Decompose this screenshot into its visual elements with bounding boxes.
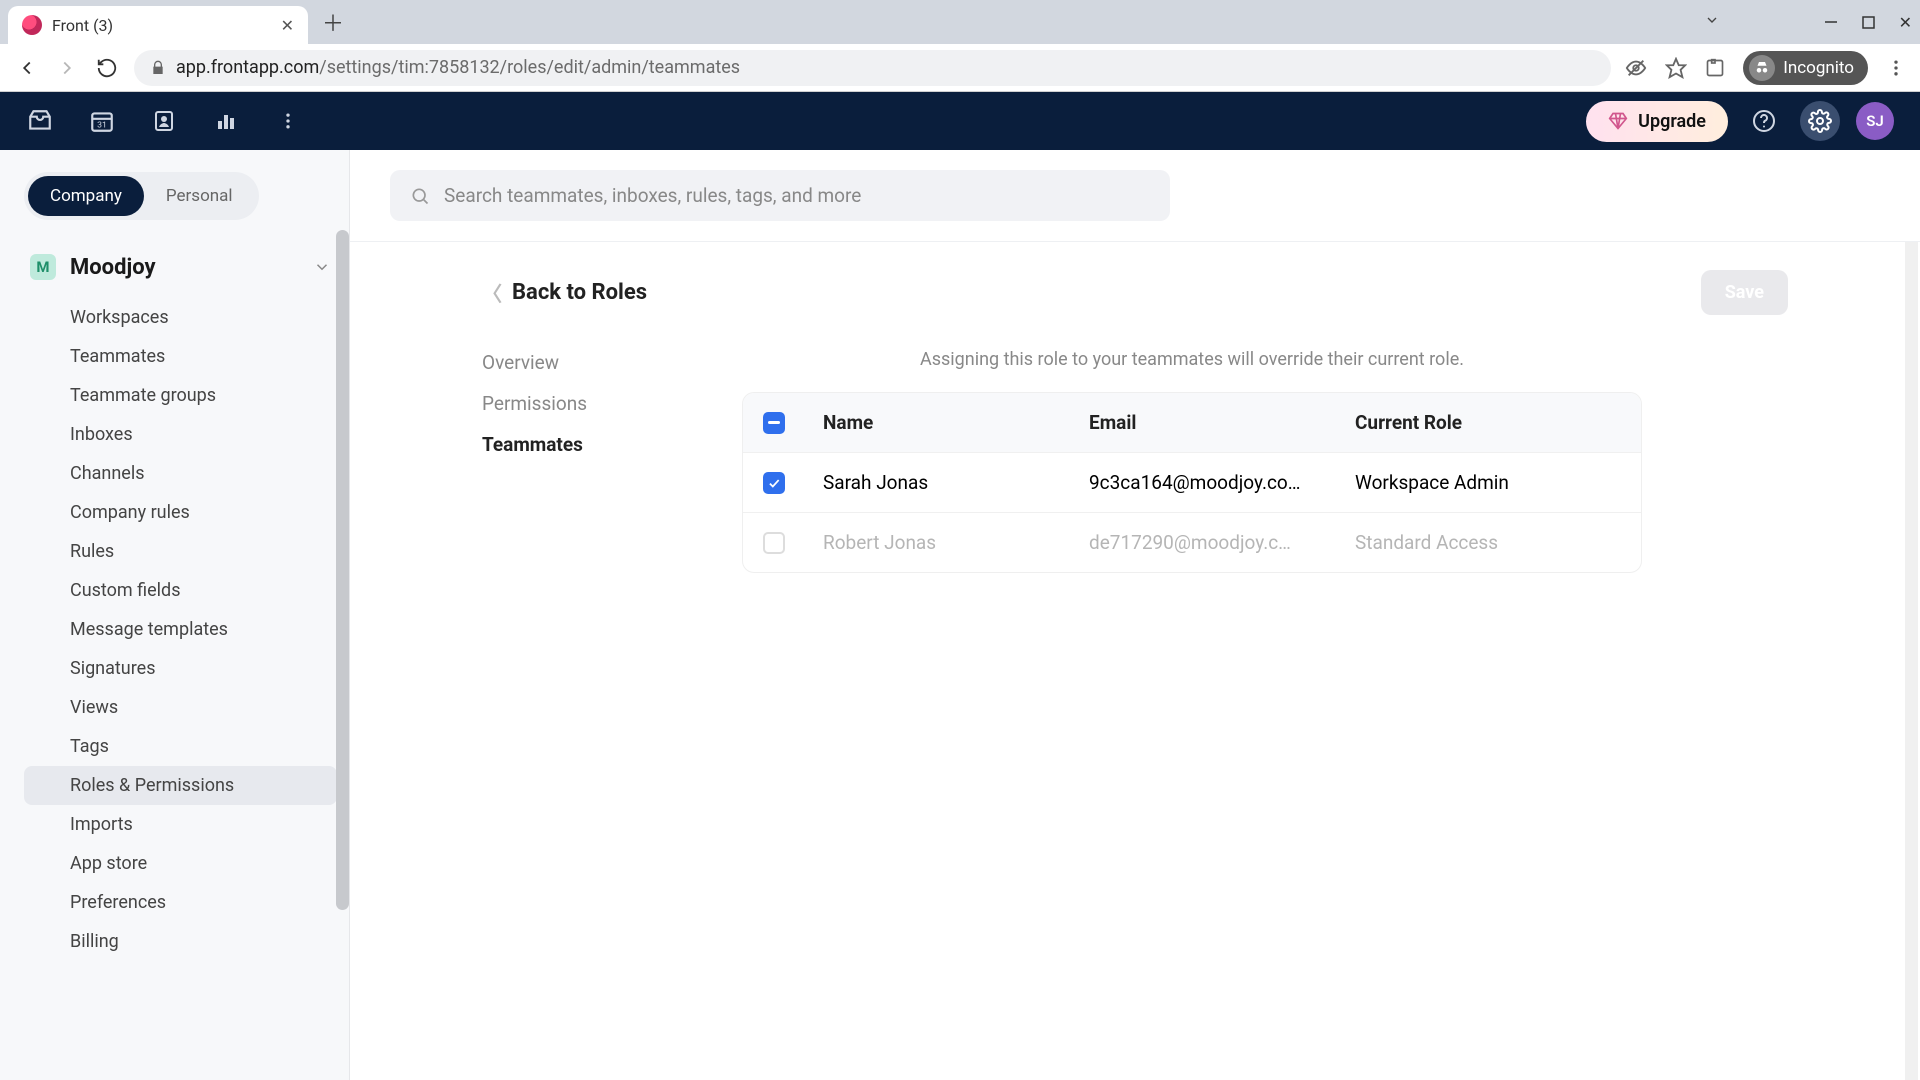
help-button[interactable] <box>1744 101 1784 141</box>
table-header: Name Email Current Role <box>743 393 1641 452</box>
close-window-icon[interactable]: ✕ <box>1899 13 1912 32</box>
url-path: /settings/tim:7858132/roles/edit/admin/t… <box>319 57 740 78</box>
row-checkbox[interactable] <box>763 532 785 554</box>
row-checkbox[interactable] <box>763 472 785 494</box>
incognito-badge[interactable]: Incognito <box>1743 51 1868 85</box>
tab-title: Front (3) <box>52 16 113 35</box>
more-menu-icon[interactable] <box>274 107 302 135</box>
lock-icon <box>150 60 166 76</box>
extensions-icon[interactable] <box>1705 58 1725 78</box>
chevron-down-icon <box>313 258 331 276</box>
cell-role: Standard Access <box>1355 531 1621 554</box>
incognito-icon <box>1749 55 1775 81</box>
sidebar-list: Workspaces Teammates Teammate groups Inb… <box>24 298 337 961</box>
cell-role: Workspace Admin <box>1355 471 1621 494</box>
sidebar-item-roles-permissions[interactable]: Roles & Permissions <box>24 766 337 805</box>
settings-button[interactable] <box>1800 101 1840 141</box>
eye-blocked-icon[interactable] <box>1625 57 1647 79</box>
chevron-left-icon: 〈 <box>482 278 502 307</box>
subtab-permissions[interactable]: Permissions <box>482 392 682 415</box>
analytics-icon[interactable] <box>212 107 240 135</box>
search-icon <box>410 186 430 206</box>
minimize-icon[interactable] <box>1824 15 1838 29</box>
sidebar-item-workspaces[interactable]: Workspaces <box>24 298 337 337</box>
url-domain: app.frontapp.com <box>176 57 319 78</box>
upgrade-button[interactable]: Upgrade <box>1586 101 1728 142</box>
user-avatar[interactable]: SJ <box>1856 102 1894 140</box>
calendar-icon[interactable]: 31 <box>88 107 116 135</box>
sidebar-item-signatures[interactable]: Signatures <box>24 649 337 688</box>
workspace-name: Moodjoy <box>70 255 299 280</box>
bookmark-star-icon[interactable] <box>1665 57 1687 79</box>
role-subtabs: Overview Permissions Teammates <box>482 349 682 573</box>
back-to-roles-link[interactable]: 〈 Back to Roles <box>482 278 647 307</box>
reload-button[interactable] <box>94 55 120 81</box>
sidebar-item-preferences[interactable]: Preferences <box>24 883 337 922</box>
cell-name: Robert Jonas <box>823 531 1089 554</box>
workspace-header[interactable]: M Moodjoy <box>24 246 337 288</box>
front-favicon <box>22 15 42 35</box>
scope-company[interactable]: Company <box>28 176 144 216</box>
main-area: Search teammates, inboxes, rules, tags, … <box>350 150 1920 1080</box>
upgrade-label: Upgrade <box>1638 111 1706 132</box>
col-email: Email <box>1089 411 1355 434</box>
new-tab-button[interactable]: ＋ <box>318 7 348 37</box>
address-bar: app.frontapp.com/settings/tim:7858132/ro… <box>0 44 1920 92</box>
search-placeholder: Search teammates, inboxes, rules, tags, … <box>444 184 861 207</box>
app-body: Company Personal M Moodjoy Workspaces Te… <box>0 150 1920 1080</box>
sidebar-item-teammate-groups[interactable]: Teammate groups <box>24 376 337 415</box>
scope-toggle: Company Personal <box>24 172 259 220</box>
sidebar-item-custom-fields[interactable]: Custom fields <box>24 571 337 610</box>
subtab-teammates[interactable]: Teammates <box>482 433 682 456</box>
browser-chrome: Front (3) ✕ ＋ ✕ app.frontapp.com/s <box>0 0 1920 92</box>
sidebar-item-tags[interactable]: Tags <box>24 727 337 766</box>
cell-email: 9c3ca164@moodjoy.co… <box>1089 471 1355 494</box>
col-name: Name <box>823 411 1089 434</box>
table-row[interactable]: Sarah Jonas 9c3ca164@moodjoy.co… Workspa… <box>743 452 1641 512</box>
maximize-icon[interactable] <box>1862 16 1875 29</box>
contacts-icon[interactable] <box>150 107 178 135</box>
cell-name: Sarah Jonas <box>823 471 1089 494</box>
tabs-dropdown-icon[interactable] <box>1704 12 1720 28</box>
teammates-table: Name Email Current Role Sarah Jonas 9c3c… <box>742 392 1642 573</box>
back-button[interactable] <box>14 55 40 81</box>
subtab-overview[interactable]: Overview <box>482 351 682 374</box>
browser-tab[interactable]: Front (3) ✕ <box>8 6 308 44</box>
app-header: 31 Upgrade SJ <box>0 92 1920 150</box>
sidebar-item-company-rules[interactable]: Company rules <box>24 493 337 532</box>
settings-sidebar: Company Personal M Moodjoy Workspaces Te… <box>0 150 350 1080</box>
sidebar-scrollbar[interactable] <box>336 230 349 910</box>
sidebar-item-imports[interactable]: Imports <box>24 805 337 844</box>
search-input[interactable]: Search teammates, inboxes, rules, tags, … <box>390 170 1170 221</box>
workspace-badge: M <box>30 254 56 280</box>
save-button[interactable]: Save <box>1701 270 1788 315</box>
sidebar-item-billing[interactable]: Billing <box>24 922 337 961</box>
table-row[interactable]: Robert Jonas de717290@moodjoy.c… Standar… <box>743 512 1641 572</box>
browser-menu-icon[interactable] <box>1886 58 1906 78</box>
close-tab-icon[interactable]: ✕ <box>281 16 294 35</box>
url-input[interactable]: app.frontapp.com/settings/tim:7858132/ro… <box>134 50 1611 86</box>
sidebar-item-inboxes[interactable]: Inboxes <box>24 415 337 454</box>
inbox-icon[interactable] <box>26 107 54 135</box>
sidebar-item-message-templates[interactable]: Message templates <box>24 610 337 649</box>
incognito-label: Incognito <box>1783 58 1854 78</box>
info-message: Assigning this role to your teammates wi… <box>742 349 1642 370</box>
diamond-icon <box>1608 111 1628 131</box>
sidebar-item-rules[interactable]: Rules <box>24 532 337 571</box>
sidebar-item-teammates[interactable]: Teammates <box>24 337 337 376</box>
content-scrollbar[interactable] <box>1905 242 1918 1080</box>
back-label: Back to Roles <box>512 280 647 305</box>
tab-bar: Front (3) ✕ ＋ ✕ <box>0 0 1920 44</box>
forward-button[interactable] <box>54 55 80 81</box>
svg-text:31: 31 <box>97 121 107 131</box>
col-role: Current Role <box>1355 411 1621 434</box>
scope-personal[interactable]: Personal <box>144 176 255 216</box>
sidebar-item-channels[interactable]: Channels <box>24 454 337 493</box>
cell-email: de717290@moodjoy.c… <box>1089 531 1355 554</box>
sidebar-item-app-store[interactable]: App store <box>24 844 337 883</box>
select-all-checkbox[interactable] <box>763 412 785 434</box>
sidebar-item-views[interactable]: Views <box>24 688 337 727</box>
window-controls: ✕ <box>1824 0 1912 44</box>
